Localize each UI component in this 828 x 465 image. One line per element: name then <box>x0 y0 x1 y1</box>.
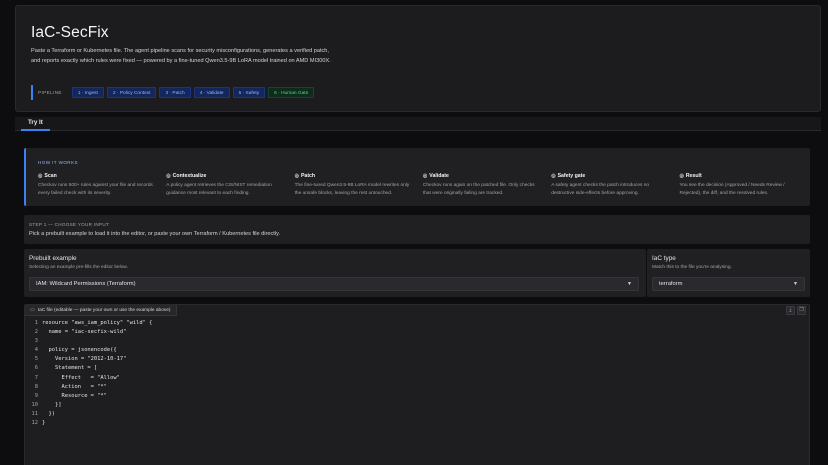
code-line: 2 name = "iac-secfix-wild" <box>34 329 127 336</box>
step-safety-gate: ◎ Safety gate A safety agent checks the p… <box>551 173 679 197</box>
step-title: Result <box>685 173 702 179</box>
pipeline-chip-ingest: 1 · Ingest <box>71 87 104 98</box>
iac-type-label: IaC type <box>652 255 676 262</box>
step-desc: A policy agent retrieves the CIS/NIST re… <box>166 183 272 196</box>
step-patch: ◎ Patch The fine-tuned Qwen3.5-9B LoRA mo… <box>295 173 423 197</box>
code-line: 8 Action = "*" <box>34 383 107 390</box>
how-it-works-label: HOW IT WORKS <box>38 160 78 165</box>
code-line: 11 }) <box>31 410 55 417</box>
step-title: Validate <box>429 173 449 179</box>
code-line: 4 policy = jsonencode({ <box>34 347 117 354</box>
code-line: 10 }] <box>31 401 62 408</box>
pipeline-chip-policy-context: 2 · Policy Context <box>106 87 157 98</box>
code-line: 1 resource "aws_iam_policy" "wild" { <box>34 320 153 326</box>
pipeline-chip-patch: 3 · Patch <box>159 87 191 98</box>
pipeline-label: PIPELINE <box>31 85 69 100</box>
step-desc: The fine-tuned Qwen3.5-9B LoRA model rew… <box>294 183 410 196</box>
prebuilt-select-value: IAM: Wildcard Permissions (Terraform) <box>36 281 136 287</box>
step-desc: Checkov runs 500+ rules against your fil… <box>38 183 153 196</box>
code-line: 6 Statement = [ <box>34 365 98 372</box>
step1-panel: STEP 1 — CHOOSE YOUR INPUT Pick a prebui… <box>24 215 810 244</box>
prebuilt-label: Prebuilt example <box>29 255 77 262</box>
prebuilt-example-select[interactable]: IAM: Wildcard Permissions (Terraform) ▼ <box>29 277 639 291</box>
code-line: 12} <box>31 420 46 427</box>
step-result: ◎ Result You see the decision (Approved /… <box>679 173 807 197</box>
step-desc: A safety agent checks the patch introduc… <box>551 183 650 196</box>
iac-type-panel: IaC type Match this to the file you're a… <box>647 249 810 297</box>
prebuilt-sub: Selecting an example pre-fills the edito… <box>29 265 128 270</box>
editor-tab: ▭ IaC file (editable — paste your own or… <box>25 305 177 316</box>
code-editor[interactable]: ▭ IaC file (editable — paste your own or… <box>24 304 810 465</box>
iac-type-select-value: terraform <box>659 281 683 287</box>
step1-text: Pick a prebuilt example to load it into … <box>29 231 281 237</box>
how-it-works-steps: ◎ Scan Checkov runs 500+ rules against yo… <box>38 173 808 197</box>
chevron-down-icon: ▼ <box>793 281 798 287</box>
app-description: Paste a Terraform or Kubernetes file. Th… <box>31 48 331 64</box>
step-title: Safety gate <box>557 173 586 179</box>
tab-try-it[interactable]: Try It <box>21 117 50 131</box>
step-title: Patch <box>300 173 316 179</box>
pipeline-chip-human-gate: 6 · Human Gate <box>268 87 315 98</box>
editor-tab-label: IaC file (editable — paste your own or u… <box>37 307 171 313</box>
code-line: 7 Effect = "Allow" <box>34 374 120 381</box>
patch-icon: ◎ <box>294 173 299 179</box>
code-line: 5 Version = "2012-10-17" <box>34 356 127 363</box>
prebuilt-example-panel: Prebuilt example Selecting an example pr… <box>24 249 646 297</box>
code-line: 3 <box>34 338 38 345</box>
how-it-works-panel: HOW IT WORKS ◎ Scan Checkov runs 500+ rul… <box>24 148 810 206</box>
chevron-down-icon: ▼ <box>627 281 632 287</box>
step-scan: ◎ Scan Checkov runs 500+ rules against yo… <box>38 173 166 197</box>
code-line: 9 Resource = "*" <box>34 392 107 399</box>
code-content[interactable]: 1 resource "aws_iam_policy" "wild" { 2 na… <box>25 319 809 428</box>
step-validate: ◎ Validate Checkov runs again on the patc… <box>423 173 551 197</box>
iac-type-select[interactable]: terraform ▼ <box>652 277 805 291</box>
safety-gate-icon: ◎ <box>551 173 556 179</box>
pipeline-chip-validate: 4 · Validate <box>193 87 230 98</box>
pipeline-chip-safety: 5 · Safety <box>232 87 266 98</box>
step1-label: STEP 1 — CHOOSE YOUR INPUT <box>29 222 110 227</box>
step-title: Scan <box>44 173 57 179</box>
step-contextualize: ◎ Contextualize A policy agent retrieves … <box>166 173 294 197</box>
result-icon: ◎ <box>679 173 684 179</box>
contextualize-icon: ◎ <box>166 173 171 179</box>
iac-type-sub: Match this to the file you're analysing. <box>652 265 732 270</box>
step-desc: You see the decision (Approved / Needs R… <box>679 183 785 196</box>
copy-icon[interactable]: ❐ <box>797 306 806 315</box>
pipeline-bar: PIPELINE 1 · Ingest 2 · Policy Context 3… <box>31 85 315 100</box>
validate-icon: ◎ <box>422 173 428 179</box>
step-desc: Checkov runs again on the patched file. … <box>422 183 535 196</box>
app-title: IaC-SecFix <box>31 24 109 41</box>
editor-tools: ⤓ ❐ <box>786 306 806 315</box>
hero-panel: IaC-SecFix Paste a Terraform or Kubernet… <box>15 5 821 112</box>
download-icon[interactable]: ⤓ <box>786 306 795 315</box>
scan-icon: ◎ <box>38 173 43 179</box>
tab-bar: Try It <box>15 117 821 131</box>
step-title: Contextualize <box>172 173 207 179</box>
file-icon: ▭ <box>30 306 35 313</box>
